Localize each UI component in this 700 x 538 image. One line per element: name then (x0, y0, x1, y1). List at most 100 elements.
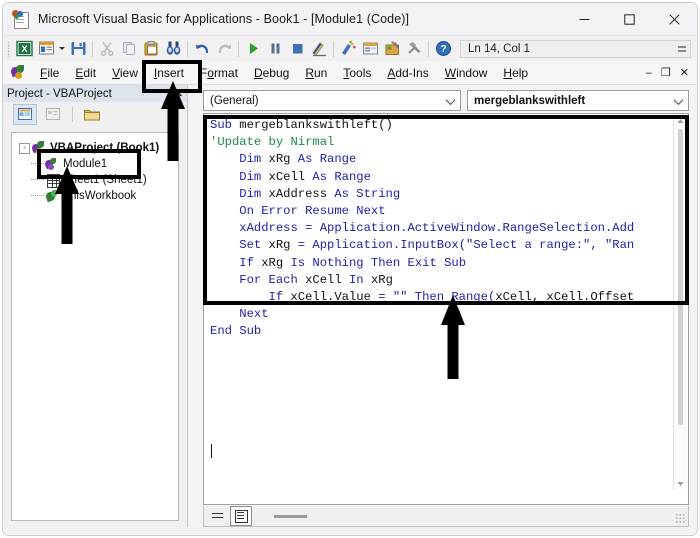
code-horizontal-scrollbar[interactable] (258, 507, 688, 526)
mdi-minimize-button[interactable]: – (646, 67, 652, 79)
copy-icon[interactable] (118, 38, 140, 60)
full-module-view-button[interactable] (230, 506, 252, 526)
toolbox-icon[interactable] (403, 38, 425, 60)
code-vertical-scrollbar[interactable] (673, 115, 687, 490)
expander-icon[interactable]: - (19, 142, 30, 154)
status-bar (3, 527, 697, 535)
standard-toolbar: X ? Ln 14, Col 1 (3, 35, 697, 61)
code-token: Set (239, 238, 262, 253)
insert-userform-icon[interactable] (35, 38, 57, 60)
menu-item-run[interactable]: Run (297, 64, 335, 82)
menu-run-accel: R (305, 65, 314, 80)
redo-icon[interactable] (213, 38, 235, 60)
code-token: Dim (239, 186, 262, 201)
project-explorer-close-button[interactable]: ✕ (174, 87, 187, 100)
menu-tools-rest: ools (349, 65, 372, 80)
code-line: Sub mergeblankswithleft() (210, 117, 688, 134)
sheet-icon (45, 173, 60, 188)
window-title: Microsoft Visual Basic for Applications … (38, 12, 410, 26)
code-editor-area[interactable]: Sub mergeblankswithleft() 'Update by Nirm… (203, 113, 689, 505)
menu-view-accel: V (112, 65, 120, 80)
module-icon (43, 157, 60, 171)
svg-text:?: ? (440, 44, 446, 55)
code-token: Next (239, 307, 269, 322)
menu-item-edit[interactable]: Edit (67, 64, 104, 82)
scroll-up-button[interactable] (674, 115, 687, 128)
position-status-box: Ln 14, Col 1 (460, 39, 691, 58)
scroll-down-button[interactable] (674, 477, 687, 490)
vba-app-icon (12, 10, 30, 29)
mdi-restore-button[interactable]: ❐ (661, 66, 671, 79)
menu-item-window[interactable]: Window (437, 64, 496, 82)
save-icon[interactable] (67, 38, 89, 60)
project-tree[interactable]: - VBAProject (Book1) Module1 Sheet1 (She… (11, 132, 179, 521)
code-line: 'Update by Nirmal (210, 134, 688, 151)
object-dropdown-value: (General) (210, 94, 259, 107)
toolbar-overflow-handle[interactable] (676, 42, 687, 56)
menu-item-addins[interactable]: Add-Ins (379, 64, 436, 82)
menu-item-debug[interactable]: Debug (246, 64, 297, 82)
code-text: Sub mergeblankswithleft() 'Update by Nirm… (210, 117, 688, 341)
view-object-button[interactable] (41, 104, 65, 125)
properties-window-icon[interactable] (359, 38, 381, 60)
view-excel-icon[interactable]: X (13, 38, 35, 60)
text-caret (211, 444, 212, 458)
menu-item-insert[interactable]: Insert (146, 64, 192, 82)
toolbar-grip[interactable] (7, 40, 10, 57)
project-explorer-title: Project - VBAProject (7, 87, 112, 100)
code-line: Next (210, 306, 688, 323)
code-line: If xCell.Value = "" Then Range(xCell, xC… (210, 289, 688, 306)
stop-icon[interactable] (286, 38, 308, 60)
procedure-dropdown-value: mergeblankswithleft (474, 94, 586, 107)
menu-item-view[interactable]: View (104, 64, 146, 82)
code-token: As Range (312, 169, 371, 184)
menu-insert-rest: nsert (157, 65, 184, 80)
code-line: Set xRg = Application.InputBox("Select a… (210, 237, 688, 254)
find-icon[interactable] (162, 38, 184, 60)
run-icon[interactable] (242, 38, 264, 60)
close-button[interactable] (652, 3, 697, 35)
menu-window-rest: indow (456, 65, 488, 80)
menu-item-tools[interactable]: Tools (335, 64, 379, 82)
project-explorer-panel: Project - VBAProject ✕ - VBAProject (Boo… (3, 85, 188, 527)
menu-item-file[interactable]: File (32, 64, 67, 82)
code-token: As String (334, 186, 401, 201)
window-controls (562, 3, 697, 35)
code-token: xRg (261, 238, 298, 253)
menu-addins-rest: dd-Ins (395, 65, 429, 80)
insert-dropdown-arrow[interactable] (57, 38, 67, 60)
mdi-close-button[interactable]: ✕ (680, 66, 689, 79)
undo-icon[interactable] (191, 38, 213, 60)
menu-item-format[interactable]: Format (192, 64, 246, 82)
code-token: xRg (253, 255, 291, 270)
object-dropdown[interactable]: (General) (203, 90, 461, 111)
project-explorer-icon[interactable] (337, 38, 359, 60)
tree-item-sheet1[interactable]: Sheet1 (Sheet1) (15, 172, 175, 188)
menu-item-help[interactable]: Help (495, 64, 536, 82)
tree-item-thisworkbook[interactable]: ThisWorkbook (15, 188, 175, 204)
tree-item-module1[interactable]: Module1 (15, 156, 175, 172)
minimize-button[interactable] (562, 3, 607, 35)
code-token: mergeblankswithleft() (231, 118, 393, 132)
code-window-dropdowns: (General) mergeblankswithleft (203, 90, 689, 111)
vertical-scroll-thumb[interactable] (678, 129, 683, 425)
view-code-button[interactable] (13, 103, 37, 125)
code-token: 'Update by Nirmal (210, 135, 335, 150)
help-icon[interactable]: ? (432, 38, 454, 60)
design-mode-icon[interactable] (308, 38, 330, 60)
toggle-folders-button[interactable] (80, 104, 104, 125)
code-token: xCell, xCell.Offset (495, 290, 635, 305)
horizontal-scroll-thumb[interactable] (274, 514, 307, 518)
procedure-dropdown[interactable]: mergeblankswithleft (467, 90, 689, 111)
cut-icon[interactable] (96, 38, 118, 60)
resize-grip[interactable] (675, 513, 686, 524)
paste-icon[interactable] (140, 38, 162, 60)
vba-project-icon (30, 141, 47, 155)
pause-icon[interactable] (264, 38, 286, 60)
procedure-view-button[interactable] (206, 506, 228, 526)
object-browser-icon[interactable] (381, 38, 403, 60)
maximize-button[interactable] (607, 3, 652, 35)
menu-edit-rest: dit (83, 65, 97, 80)
code-token: On Error Resume Next (239, 204, 386, 219)
tree-item-vbaproject[interactable]: - VBAProject (Book1) (15, 140, 175, 156)
